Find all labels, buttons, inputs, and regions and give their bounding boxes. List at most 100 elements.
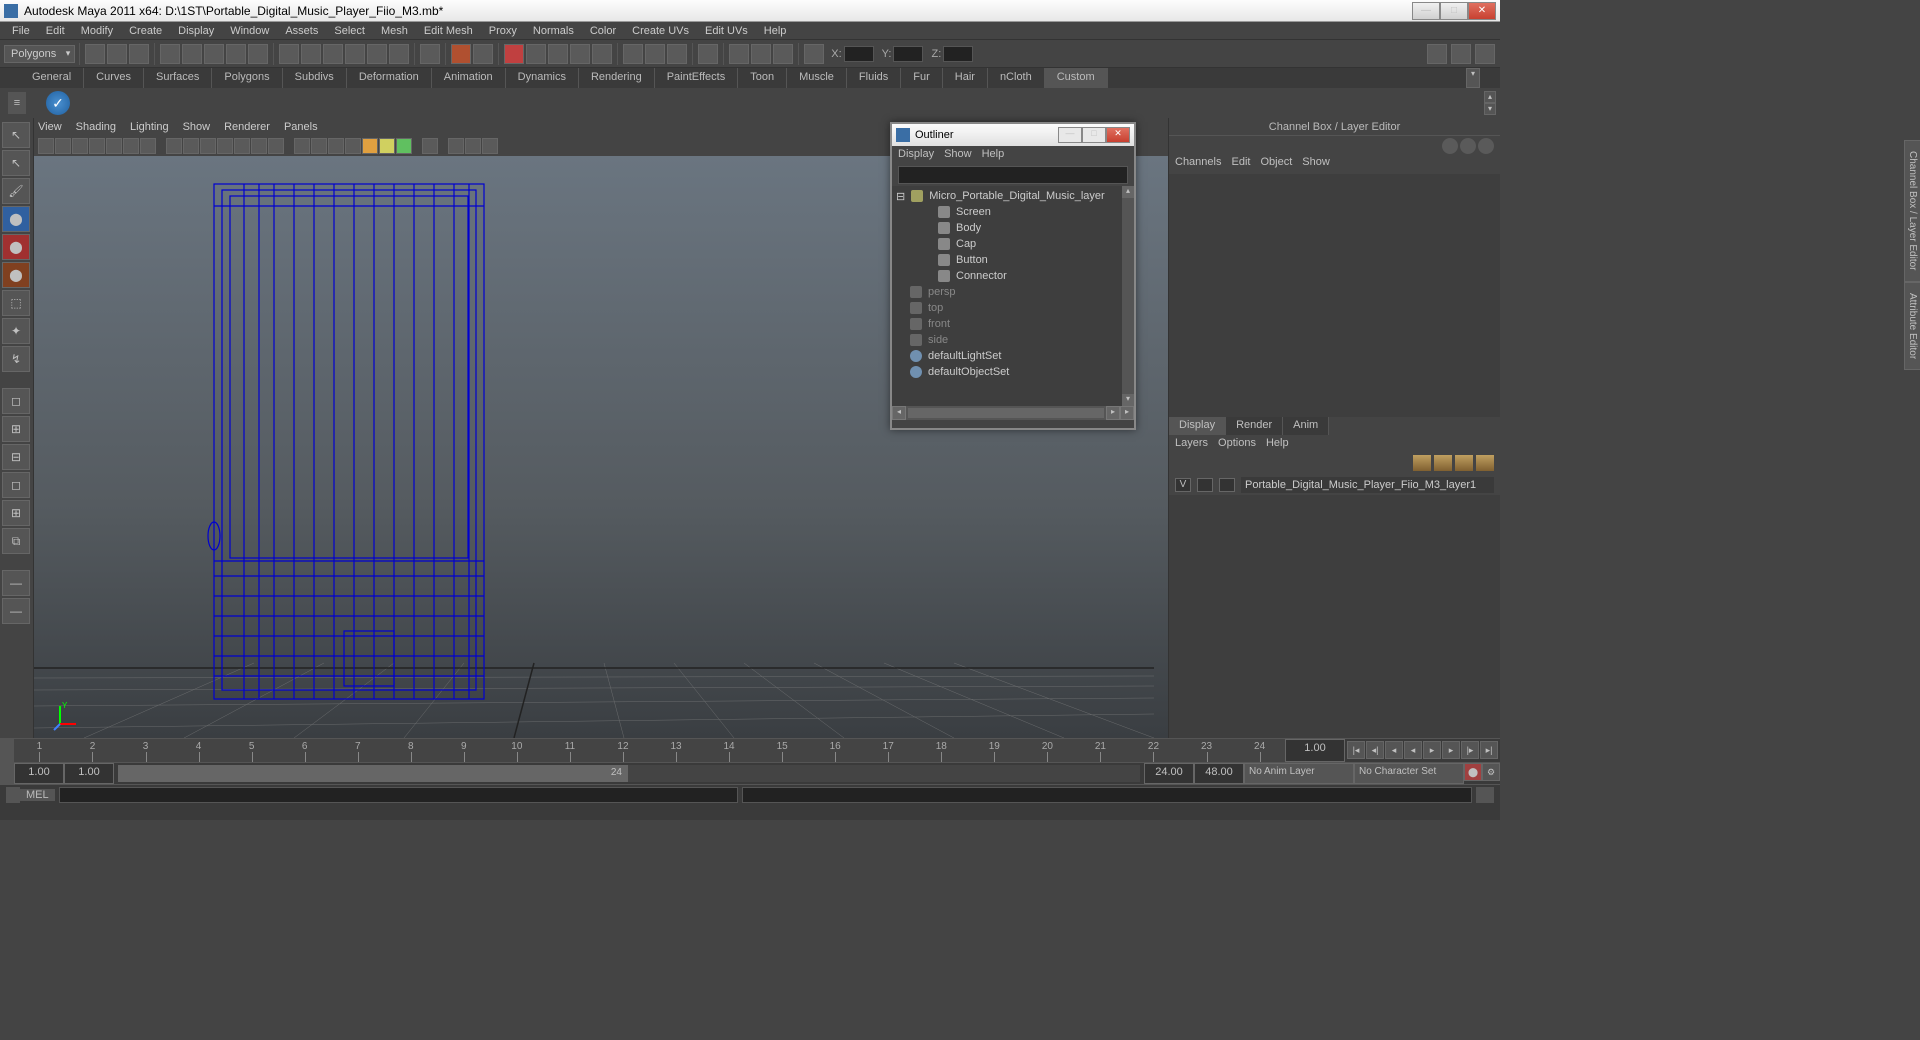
outliner-item-screen[interactable]: Screen — [894, 204, 1132, 220]
menu-create[interactable]: Create — [121, 23, 170, 39]
scale-tool-icon[interactable]: ⬤ — [2, 262, 30, 288]
snap-view-icon[interactable] — [389, 44, 409, 64]
lock-icon[interactable] — [804, 44, 824, 64]
outliner-menu-show[interactable]: Show — [944, 148, 972, 162]
outliner-titlebar[interactable]: Outliner — □ ✕ — [892, 124, 1134, 146]
close-button[interactable]: ✕ — [1468, 2, 1496, 20]
outliner-menu-display[interactable]: Display — [898, 148, 934, 162]
outliner-item-connector[interactable]: Connector — [894, 268, 1132, 284]
panel-menu-renderer[interactable]: Renderer — [224, 121, 270, 133]
anim-layer-dropdown[interactable]: No Anim Layer — [1244, 763, 1354, 784]
history-icon[interactable] — [420, 44, 440, 64]
renderer-icon[interactable] — [448, 138, 464, 154]
outliner-item-objectset[interactable]: defaultObjectSet — [894, 364, 1132, 380]
render-region-icon[interactable] — [526, 44, 546, 64]
le-tab-display[interactable]: Display — [1169, 417, 1226, 435]
motion-icon[interactable] — [422, 138, 438, 154]
move-layer-down-icon[interactable] — [1476, 455, 1494, 471]
select-tool-icon[interactable]: ↖ — [2, 122, 30, 148]
autokey-toggle-icon[interactable]: ⬤ — [1464, 763, 1482, 781]
grid-toggle-icon[interactable] — [311, 138, 327, 154]
minimize-button[interactable]: — — [1412, 2, 1440, 20]
shelf-tab-polygons[interactable]: Polygons — [212, 68, 282, 88]
layout3-icon[interactable] — [667, 44, 687, 64]
input-icon[interactable] — [729, 44, 749, 64]
xray-icon[interactable] — [268, 138, 284, 154]
redo-icon[interactable] — [182, 44, 202, 64]
range-playback-start-field[interactable]: 1.00 — [64, 763, 114, 784]
wire-on-shade-icon[interactable] — [345, 138, 361, 154]
shelf-tab-fluids[interactable]: Fluids — [847, 68, 901, 88]
coord-y-input[interactable] — [893, 46, 923, 62]
time-slider[interactable]: 123456789101112131415161718192021222324 … — [0, 738, 1500, 762]
outliner-item-body[interactable]: Body — [894, 220, 1132, 236]
four-view-icon[interactable]: ⊞ — [2, 416, 30, 442]
move-layer-up-icon[interactable] — [1455, 455, 1473, 471]
output-icon[interactable] — [751, 44, 771, 64]
menu-help[interactable]: Help — [756, 23, 795, 39]
cmdline-toggle-icon[interactable] — [6, 787, 20, 803]
select-hier-icon[interactable] — [204, 44, 224, 64]
outliner-maximize-button[interactable]: □ — [1082, 127, 1106, 143]
outliner-item-top[interactable]: top — [894, 300, 1132, 316]
prefs-icon[interactable]: ⚙ — [1482, 763, 1500, 781]
cmd-language-label[interactable]: MEL — [20, 789, 55, 801]
outliner-close-button[interactable]: ✕ — [1106, 127, 1130, 143]
step-back-key-icon[interactable]: ◂| — [1366, 741, 1384, 759]
shelf-layout2-icon[interactable] — [1451, 44, 1471, 64]
image-plane-icon[interactable] — [72, 138, 88, 154]
script-editor-icon[interactable] — [1476, 787, 1494, 803]
move-tool-icon[interactable]: ⬤ — [2, 206, 30, 232]
light-spot-icon[interactable] — [396, 138, 412, 154]
shaded-icon[interactable] — [183, 138, 199, 154]
range-start-field[interactable]: 1.00 — [14, 763, 64, 784]
panel-menu-show[interactable]: Show — [183, 121, 211, 133]
menu-normals[interactable]: Normals — [525, 23, 582, 39]
le-tab-render[interactable]: Render — [1226, 417, 1283, 435]
step-back-icon[interactable]: ◂ — [1385, 741, 1403, 759]
range-slider-handle[interactable]: 24 — [118, 765, 628, 782]
light-icon[interactable] — [217, 138, 233, 154]
outliner-hscrollbar[interactable]: ◂ ▸ ▸ — [892, 406, 1134, 420]
gate-icon[interactable] — [328, 138, 344, 154]
play-forward-icon[interactable]: ▸ — [1423, 741, 1441, 759]
rotate-tool-icon[interactable]: ⬤ — [2, 234, 30, 260]
shelf-tab-rendering[interactable]: Rendering — [579, 68, 655, 88]
select-comp-icon[interactable] — [248, 44, 268, 64]
outliner-item-front[interactable]: front — [894, 316, 1132, 332]
timeline-toggle-icon[interactable] — [0, 739, 14, 762]
layout1-icon[interactable] — [623, 44, 643, 64]
layers-menu[interactable]: Layers — [1175, 437, 1208, 451]
open-scene-icon[interactable] — [107, 44, 127, 64]
shelf-tab-dynamics[interactable]: Dynamics — [506, 68, 579, 88]
range-end-field[interactable]: 48.00 — [1194, 763, 1244, 784]
goto-start-icon[interactable]: |◂ — [1347, 741, 1365, 759]
menu-assets[interactable]: Assets — [277, 23, 326, 39]
safe-action-icon[interactable] — [140, 138, 156, 154]
hq-icon[interactable] — [251, 138, 267, 154]
shelf-up-icon[interactable]: ▴ — [1484, 91, 1496, 103]
scroll-right2-icon[interactable]: ▸ — [1120, 406, 1134, 420]
render-settings-icon[interactable] — [548, 44, 568, 64]
layout2-icon[interactable] — [645, 44, 665, 64]
menu-mesh[interactable]: Mesh — [373, 23, 416, 39]
panel-menu-lighting[interactable]: Lighting — [130, 121, 169, 133]
range-slider-track[interactable]: 24 — [118, 765, 1140, 782]
coord-x-input[interactable] — [844, 46, 874, 62]
renderer3-icon[interactable] — [482, 138, 498, 154]
new-layer-icon[interactable] — [1413, 455, 1431, 471]
menu-edit[interactable]: Edit — [38, 23, 73, 39]
renderer2-icon[interactable] — [465, 138, 481, 154]
scroll-right-icon[interactable]: ▸ — [1106, 406, 1120, 420]
outliner-item-persp[interactable]: persp — [894, 284, 1132, 300]
outliner-item-cap[interactable]: Cap — [894, 236, 1132, 252]
menu-editmesh[interactable]: Edit Mesh — [416, 23, 481, 39]
shelf-tab-toon[interactable]: Toon — [738, 68, 787, 88]
layers-help[interactable]: Help — [1266, 437, 1289, 451]
textured-icon[interactable] — [200, 138, 216, 154]
maximize-button[interactable]: □ — [1440, 2, 1468, 20]
range-playback-end-field[interactable]: 24.00 — [1144, 763, 1194, 784]
scroll-left-icon[interactable]: ◂ — [892, 406, 906, 420]
last-tool-icon[interactable]: ↯ — [2, 346, 30, 372]
bookmark-icon[interactable] — [55, 138, 71, 154]
